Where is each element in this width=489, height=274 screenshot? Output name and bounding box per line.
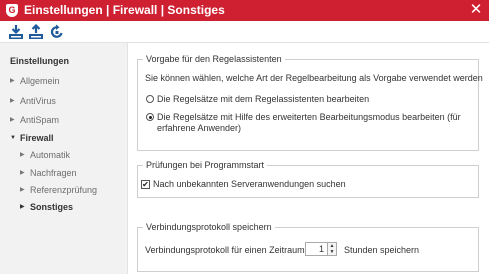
log-hours-input[interactable]: 1 [305, 242, 328, 256]
chevron-right-icon: ▶ [10, 78, 15, 84]
export-button[interactable] [28, 24, 44, 40]
toolbar [0, 21, 489, 43]
gdata-logo-icon: G [6, 4, 18, 17]
sidebar-subitem-referenzpruefung[interactable]: ▶ Referenzprüfung [20, 183, 97, 197]
sidebar-subitem-automatik[interactable]: ▶ Automatik [20, 148, 70, 162]
server-apps-label[interactable]: Nach unbekannten Serveranwendungen suche… [153, 179, 346, 190]
rules-advanced-label-cont[interactable]: erfahrene Anwender) [157, 123, 241, 134]
close-button[interactable]: ✕ [469, 2, 483, 18]
main-panel: Vorgabe für den Regelassistenten Sie kön… [129, 43, 489, 274]
spinner-down-icon[interactable]: ▼ [328, 249, 336, 255]
sidebar-item-label: AntiSpam [20, 115, 60, 125]
sidebar-item-allgemein[interactable]: ▶ Allgemein [10, 74, 60, 88]
chevron-right-icon: ▶ [20, 152, 25, 158]
sidebar-item-label: Referenzprüfung [30, 185, 98, 195]
chevron-right-icon: ▶ [20, 187, 25, 193]
chevron-right-icon: ▶ [10, 98, 15, 104]
export-icon [29, 24, 43, 39]
log-hours-suffix: Stunden speichern [344, 245, 420, 255]
server-apps-checkbox[interactable]: ✔ [141, 180, 150, 189]
sidebar-item-firewall[interactable]: ▼ Firewall [10, 131, 54, 145]
rules-advanced-label[interactable]: Die Regelsätze mit Hilfe des erweiterten… [157, 112, 461, 123]
log-group-legend: Verbindungsprotokoll speichern [146, 222, 272, 232]
sidebar-item-label: AntiVirus [20, 96, 56, 106]
sidebar-item-label: Allgemein [20, 76, 60, 86]
sidebar-item-antivirus[interactable]: ▶ AntiVirus [10, 94, 56, 108]
sidebar-subitem-nachfragen[interactable]: ▶ Nachfragen [20, 166, 77, 180]
sidebar-header: Einstellungen [10, 56, 70, 66]
reset-icon [50, 24, 63, 38]
rules-advanced-radio[interactable] [146, 113, 154, 121]
sidebar-item-label: Automatik [30, 150, 71, 160]
import-button[interactable] [8, 24, 24, 40]
startup-group-legend: Prüfungen bei Programmstart [146, 160, 265, 170]
sidebar-item-label: Nachfragen [30, 168, 77, 178]
chevron-right-icon: ▶ [10, 117, 15, 123]
sidebar-item-antispam[interactable]: ▶ AntiSpam [10, 113, 59, 127]
rules-assistant-radio[interactable] [146, 95, 154, 103]
sidebar: Einstellungen ▶ Allgemein ▶ AntiVirus ▶ Ant… [0, 43, 128, 274]
chevron-down-icon: ▼ [10, 135, 16, 141]
chevron-right-icon: ▶ [20, 204, 25, 210]
log-hours-spinner: ▲ ▼ [328, 242, 337, 256]
rules-description: Sie können wählen, welche Art der Regelb… [145, 73, 483, 83]
sidebar-item-label: Sonstiges [30, 202, 74, 212]
title-bar: G Einstellungen | Firewall | Sonstiges ✕ [0, 0, 489, 21]
rules-assistant-label[interactable]: Die Regelsätze mit dem Regelassistenten … [157, 94, 369, 105]
chevron-right-icon: ▶ [20, 170, 25, 176]
reset-button[interactable] [49, 24, 65, 40]
sidebar-subitem-sonstiges[interactable]: ▶ Sonstiges [20, 200, 73, 214]
window-title: Einstellungen | Firewall | Sonstiges [24, 3, 225, 17]
log-duration-label: Verbindungsprotokoll für einen Zeitraum [145, 245, 305, 255]
import-icon [9, 25, 23, 39]
sidebar-item-label: Firewall [20, 133, 54, 143]
rules-group-legend: Vorgabe für den Regelassistenten [146, 54, 282, 64]
